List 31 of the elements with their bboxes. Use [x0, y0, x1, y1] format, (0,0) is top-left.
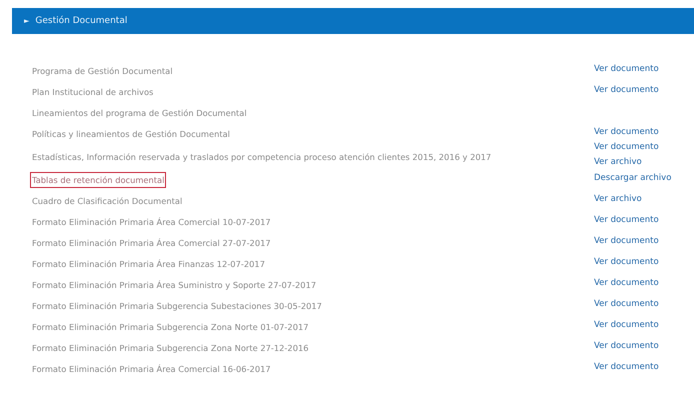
document-link[interactable]: Ver documento [594, 236, 694, 246]
document-name: Formato Eliminación Primaria Subgerencia Subestaciones 30-05-2017 [31, 300, 323, 313]
document-link[interactable]: Ver documento [594, 84, 694, 94]
document-link[interactable]: Ver documento [594, 142, 694, 152]
document-name: Formato Eliminación Primaria Área Comercial 10-07-2017 [31, 216, 272, 228]
document-link[interactable]: Ver documento [594, 320, 694, 330]
document-name: Formato Eliminación Primaria Subgerencia Zona Norte 01-07-2017 [31, 320, 310, 334]
document-link[interactable]: Ver documento [594, 126, 694, 136]
document-name: Políticas y lineamientos de Gestión Documental [31, 128, 231, 141]
section-title: Gestión Documental [35, 16, 128, 26]
document-name: Formato Eliminación Primaria Área Suministro y Soporte 27-07-2017 [31, 278, 318, 292]
document-name: Plan Institucional de archivos [31, 86, 154, 98]
document-link[interactable]: Ver documento [594, 278, 694, 288]
document-link[interactable]: Ver documento [594, 362, 694, 372]
document-link[interactable]: Ver archivo [594, 194, 694, 204]
document-link[interactable]: Ver documento [594, 340, 694, 350]
document-name: Formato Eliminación Primaria Área Finanzas 12-07-2017 [31, 258, 266, 270]
document-link[interactable]: Ver documento [594, 214, 694, 224]
document-name: Estadísticas, Información reservada y traslados por competencia proceso atención clientes 2015, 2016 y 2017 [31, 150, 492, 164]
document-link[interactable]: Ver documento [594, 64, 694, 74]
document-link[interactable]: Ver documento [594, 298, 694, 308]
document-name: Programa de Gestión Documental [31, 64, 174, 78]
document-link[interactable]: Ver archivo [594, 157, 694, 167]
document-name: Cuadro de Clasificación Documental [31, 194, 184, 208]
document-name: Formato Eliminación Primaria Subgerencia Zona Norte 27-12-2016 [31, 342, 310, 355]
document-name: Formato Eliminación Primaria Área Comercial 16-06-2017 [31, 362, 272, 376]
document-link[interactable]: Descargar archivo [594, 172, 694, 182]
document-link[interactable]: Ver documento [594, 256, 694, 266]
document-name: Formato Eliminación Primaria Área Comercial 27-07-2017 [31, 236, 272, 250]
document-name: Tablas de retención documental [30, 172, 166, 188]
document-name: Lineamientos del programa de Gestión Documental [31, 106, 248, 120]
